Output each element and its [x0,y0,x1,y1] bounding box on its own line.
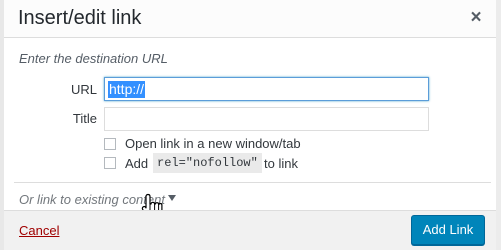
nofollow-label-prefix[interactable]: Add [125,156,148,171]
close-icon[interactable]: × [466,7,486,29]
triangle-down-icon[interactable] [168,195,176,201]
nofollow-checkbox[interactable] [104,157,116,169]
nofollow-label-suffix[interactable]: to link [264,156,298,171]
url-label: URL [70,82,97,97]
url-input[interactable] [104,77,429,101]
add-link-button[interactable]: Add Link [411,215,485,245]
url-input-value: http:// [108,81,146,98]
insert-link-dialog: Insert/edit link × Enter the destination… [0,0,501,250]
backdrop-edge-right [496,0,501,250]
open-new-tab-checkbox[interactable] [104,138,116,150]
open-new-tab-label[interactable]: Open link in a new window/tab [125,136,301,151]
title-label: Title [72,111,97,126]
destination-hint: Enter the destination URL [19,51,168,66]
dialog-footer: Cancel Add Link [4,210,496,250]
title-input[interactable] [104,107,429,131]
dialog-title: Insert/edit link [18,7,142,29]
dialog-header: Insert/edit link × [4,0,496,38]
nofollow-code: rel="nofollow" [153,153,262,173]
cancel-link[interactable]: Cancel [19,223,59,238]
section-divider [14,182,491,183]
